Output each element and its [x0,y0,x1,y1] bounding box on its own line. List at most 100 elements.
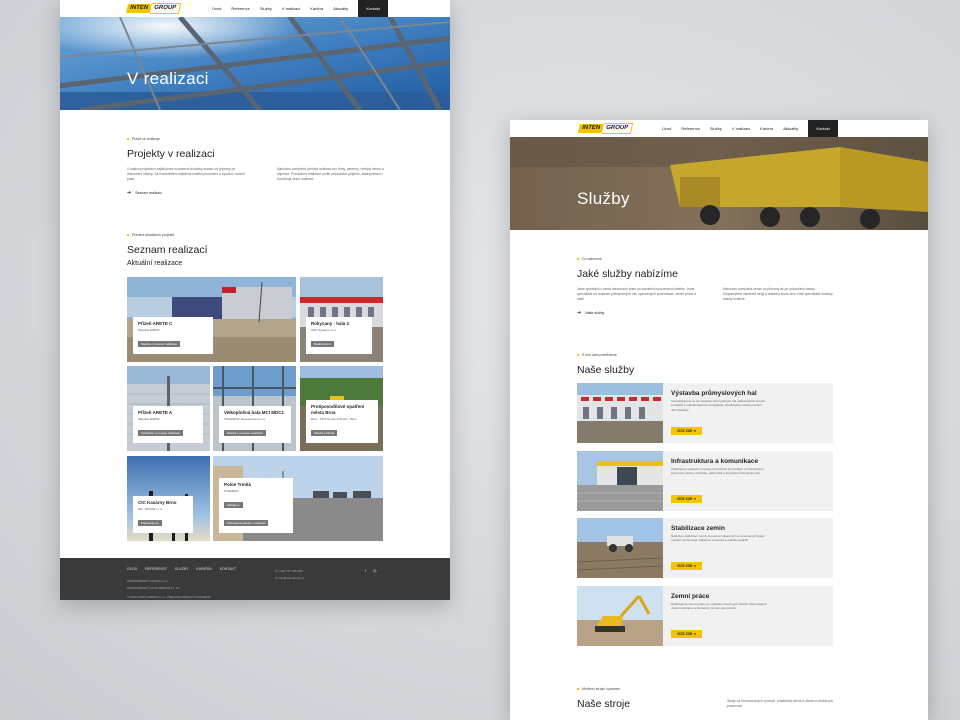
arrow-right-icon: ➜ [693,632,696,636]
intro-link[interactable]: ➜ Naše služby [577,310,833,316]
footer-link-kontakt[interactable]: KONTAKT [220,567,236,571]
nav-contact-button[interactable]: Kontakt [358,0,388,17]
nav-item-sluzby[interactable]: Služby [260,6,272,11]
project-caption: Velkoplošná hala MCI MDC1 TRANSPOL Devel… [219,406,291,443]
project-client: TRANSPOL Development s.r.o. [224,417,266,421]
logo-main: INTEN [126,4,152,13]
nav-item-v-realizaci[interactable]: V realizaci [282,6,300,11]
project-title: Rokycany - hala 2 [311,321,350,326]
intro-title: Jaké služby nabízíme [577,268,678,280]
status-badge: Stavba v procesu realizace [224,430,267,436]
arrow-right-icon: ➜ [693,497,696,501]
project-tile[interactable]: Rokycany - hala 2 SGF Systems s.r.o. Rea… [300,277,383,362]
nav-item-uvod[interactable]: Úvod [212,6,221,11]
status-badge: Stavba probíhá [311,430,338,436]
nav-item-kariera[interactable]: Kariéra [310,6,323,11]
footer-link-sluzby[interactable]: SLUŽBY [175,567,189,571]
footer-email[interactable]: ✉ info@intengroup.cz [275,576,304,580]
project-title: CIC Kasárny Brno [138,500,177,505]
machines-tag: Moderní strojní vybavení [577,687,833,691]
footer-company: ZÁPADOČESKÝ GROUP s.r.o. [127,579,169,583]
logo-sub: GROUP [149,3,182,14]
facebook-icon[interactable]: f [365,568,366,573]
footer: ÚVOD REFERENCE SLUŽBY KARIÉRA KONTAKT ZÁ… [60,558,450,600]
nav-item-v-realizaci[interactable]: V realizaci [732,126,750,131]
project-client: Brno - PPO Komín & Bystrc - Brno [311,417,357,421]
hero-banner: V realizaci [60,17,450,110]
project-tile[interactable]: Přízeň ARETE A Skupina ARETE Výstavba v … [127,366,210,451]
footer-link-uvod[interactable]: ÚVOD [127,567,137,571]
hero-image [60,17,450,110]
more-button[interactable]: VÍCE ZDE ➜ [671,562,702,570]
hero-banner: Služby [510,137,928,230]
list-title: Seznam realizací [127,244,208,256]
machines-section: Moderní strojní vybavení Naše stroje Str… [577,687,833,710]
nav-item-sluzby[interactable]: Služby [710,126,722,131]
service-card: Stabilizace zemin Nabízíme stabilizaci z… [577,518,833,578]
services-tag: S čím vám pomůžeme [577,353,634,357]
project-caption: Přízeň ARETE A Skupina ARETE Výstavba v … [133,406,203,443]
logo[interactable]: INTEN GROUP [578,123,634,134]
logo[interactable]: INTEN GROUP [126,3,182,14]
intro-text-right: Nabízíme kompletní servis od přípravy až… [723,287,833,301]
nav-item-aktuality[interactable]: Aktuality [783,126,798,131]
intro-title: Projekty v realizaci [127,148,215,160]
intro-tag: Právě se realizuje [127,137,387,141]
arrow-right-icon: ➜ [577,310,582,316]
service-image [577,518,663,578]
nav-item-kariera[interactable]: Kariéra [760,126,773,131]
service-text: Nabízíme stabilizaci zemin za pomoci váp… [671,534,765,543]
page-sluzby: INTEN GROUP Úvod Reference Služby V real… [510,120,928,720]
nav-item-aktuality[interactable]: Aktuality [333,6,348,11]
services-heading: S čím vám pomůžeme Naše služby [577,353,634,376]
list-section: Přehled aktuálních projektů Seznam reali… [127,233,387,267]
service-title: Výstavba průmyslových hal [671,390,757,397]
more-button[interactable]: VÍCE ZDE ➜ [671,427,702,435]
project-tile[interactable]: Velkoplošná hala MCI MDC1 TRANSPOL Devel… [213,366,296,451]
intro-section: Právě se realizuje Projekty v realizaci … [127,137,387,196]
arrow-right-icon: ➜ [693,429,696,433]
hero-title: Služby [577,189,630,208]
intro-tag: Co nabízíme [577,257,833,261]
footer-copyright: © 2020 INTEN GROUP s.r.o. VŠECHNA PRÁVA … [127,595,211,599]
service-card: Zemní práce Realizujeme zemní práce pro … [577,586,833,646]
status-badge: Zahájeno [224,502,243,508]
service-title: Zemní práce [671,593,710,600]
service-title: Stabilizace zemin [671,525,725,532]
footer-link-kariera[interactable]: KARIÉRA [196,567,211,571]
hero-image [510,137,928,230]
status-badge: Připravuje se [138,520,162,526]
intro-link[interactable]: ➜ Seznam realizací [127,190,387,196]
project-tile[interactable]: Poloe Trmitá STRABAG Zahájeno Připravena… [213,456,383,541]
project-caption: Protipovodňové opatření města Brna Brno … [306,400,378,443]
project-tile[interactable]: Protipovodňové opatření města Brna Brno … [300,366,383,451]
status-badge: Výstavba v procesu realizace [138,430,184,436]
project-caption: CIC Kasárny Brno MS - SPACE s.r.o. Připr… [133,496,193,533]
project-title: Velkoplošná hala MCI MDC1 [224,410,285,415]
more-button[interactable]: VÍCE ZDE ➜ [671,630,702,638]
nav-item-uvod[interactable]: Úvod [662,126,671,131]
project-title: Přízeň ARETE A [138,410,173,415]
nav-item-reference[interactable]: Reference [231,6,249,11]
intro-text-left: V našich projektech zajišťujeme komplexn… [127,167,245,181]
nav-contact-button[interactable]: Kontakt [808,120,838,137]
list-subtitle: Aktuální realizace [127,260,183,267]
top-nav: INTEN GROUP Úvod Reference Služby V real… [510,120,928,137]
footer-phone[interactable]: ✆ +420 777 785 286 [275,569,303,573]
service-image [577,586,663,646]
instagram-icon[interactable]: ◎ [373,568,377,573]
more-button[interactable]: VÍCE ZDE ➜ [671,495,702,503]
project-caption: Rokycany - hala 2 SGF Systems s.r.o. Rea… [306,317,372,354]
footer-address: ZÁPADOČESKÝ 32 PLZEŇSKÁ 12, 12 [127,586,180,590]
project-client: SGF Systems s.r.o. [311,328,337,332]
project-caption: Přízeň ARETE C Skupina ARETE Stavba v pr… [133,317,213,354]
status-badge: Realizováno [311,341,334,347]
project-tile[interactable]: CIC Kasárny Brno MS - SPACE s.r.o. Připr… [127,456,210,541]
service-image [577,451,663,511]
status-badge: Stavba v procesu realizace [138,341,181,347]
nav-item-reference[interactable]: Reference [681,126,699,131]
project-client: Skupina ARETE [138,417,160,421]
project-tile[interactable]: Přízeň ARETE C Skupina ARETE Stavba v pr… [127,277,296,362]
project-caption: Poloe Trmitá STRABAG Zahájeno Připravena… [219,478,293,533]
footer-link-reference[interactable]: REFERENCE [145,567,167,571]
